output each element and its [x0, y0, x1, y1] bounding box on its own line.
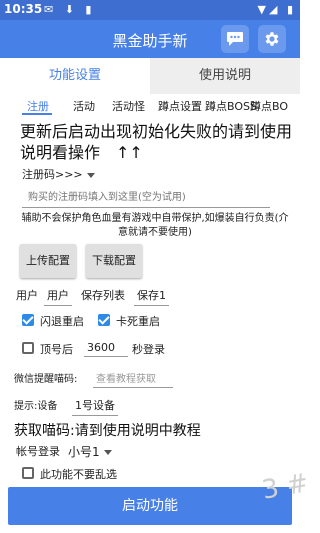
download-config-button[interactable]: 下载配置: [86, 244, 142, 278]
crash-restart-checkbox[interactable]: [22, 314, 34, 326]
signal-battery-icons: ▼◢ ▮: [257, 3, 296, 16]
tab-feature-settings[interactable]: 功能设置: [0, 58, 150, 94]
dropdown-arrow-icon: [103, 450, 112, 455]
status-time: 10:35: [4, 2, 43, 16]
save-slot-field[interactable]: 保存1: [134, 287, 169, 306]
subtab-activity[interactable]: 活动: [73, 98, 95, 114]
subtab-camp-boss-2[interactable]: 蹲点BO: [250, 98, 288, 114]
upload-config-button[interactable]: 上传配置: [20, 244, 76, 278]
save-list-label: 保存列表: [81, 289, 125, 302]
app-title: 黑金助手新: [112, 32, 188, 50]
dropdown-arrow-icon: [86, 172, 95, 178]
subtab-register[interactable]: 注册: [27, 98, 49, 114]
tab-instructions[interactable]: 使用说明: [150, 58, 300, 94]
wechat-label: 微信提醒喵码:: [14, 374, 78, 385]
relogin-seconds-field[interactable]: 3600: [84, 341, 128, 357]
section-title: 获取喵码:请到使用说明中教程: [14, 423, 201, 439]
subtab-activity-monster[interactable]: 活动怪: [112, 98, 145, 114]
no-mess-label: 此功能不要乱选: [40, 468, 117, 481]
user-field[interactable]: 用户: [44, 287, 72, 306]
gear-icon: [265, 32, 279, 46]
start-button[interactable]: 启动功能: [8, 487, 292, 525]
account-select[interactable]: 小号1: [68, 443, 112, 460]
relogin-checkbox[interactable]: [22, 342, 34, 354]
register-code-select-label: 注册码>>>: [22, 168, 83, 181]
status-bar: 10:35 ✉ ⬇ ▮ ▼◢ ▮: [0, 0, 300, 20]
subtab-indicator: [22, 113, 52, 115]
settings-button[interactable]: [258, 25, 286, 53]
wechat-code-input[interactable]: 查看教程获取: [93, 370, 173, 388]
chat-icon: [227, 32, 243, 46]
account-select-value: 小号1: [68, 445, 100, 459]
update-notice: 更新后启动出现初始化失败的请到使用说明看操作 ↑↑: [20, 122, 293, 162]
chat-button[interactable]: [221, 25, 249, 53]
device-field[interactable]: 1号设备: [72, 397, 118, 416]
crash-restart-label: 闪退重启: [40, 315, 84, 328]
register-code-input[interactable]: [22, 188, 270, 208]
warning-text: 辅助不会保护角色血量有游戏中自带保护,如爆装自行负责(介意就请不要使用): [21, 213, 289, 238]
app-bar: 黑金助手新: [0, 20, 300, 58]
freeze-restart-checkbox[interactable]: [98, 314, 110, 326]
notification-icons: ✉ ⬇ ▮: [44, 3, 96, 16]
subtab-camp-settings[interactable]: 蹲点设置: [158, 98, 202, 114]
freeze-restart-label: 卡死重启: [116, 315, 160, 328]
watermark: 3 #: [259, 468, 311, 506]
relogin-label-before: 顶号后: [40, 343, 73, 356]
relogin-label-after: 秒登录: [132, 343, 165, 356]
device-label: 提示:设备: [14, 401, 58, 412]
user-label: 用户: [16, 289, 38, 302]
account-login-label: 帐号登录: [16, 445, 60, 458]
no-mess-checkbox[interactable]: [22, 467, 34, 479]
register-code-select[interactable]: 注册码>>>: [22, 166, 95, 182]
main-tabs: 功能设置 使用说明: [0, 58, 300, 94]
